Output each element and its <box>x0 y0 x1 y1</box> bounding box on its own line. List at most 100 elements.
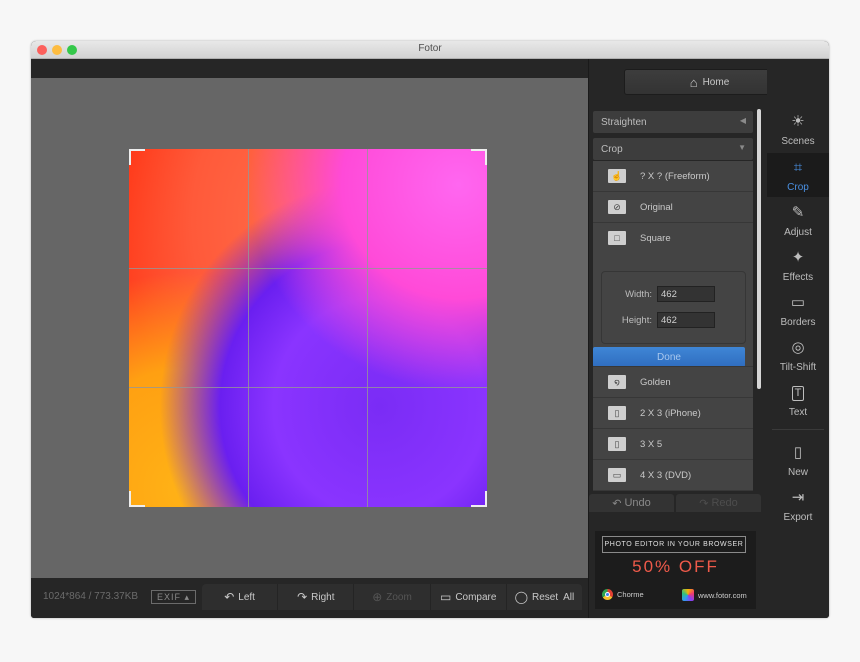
rotate-right-button[interactable]: ↷ Right <box>278 584 355 610</box>
promo-website-link[interactable]: www.fotor.com <box>682 589 747 601</box>
crop-handle-bottom-right[interactable] <box>471 491 487 507</box>
sidebar-item-effects[interactable]: ✦ Effects <box>767 243 829 287</box>
sidebar-item-label: Borders <box>780 317 816 328</box>
fotor-logo-icon <box>682 589 694 601</box>
undo-label: Undo <box>624 497 651 509</box>
crop-handle-top-left[interactable] <box>129 149 145 165</box>
window-title: Fotor <box>418 43 442 54</box>
exif-label: EXIF <box>157 592 182 602</box>
chrome-logo-icon <box>602 589 613 600</box>
sidebar-item-export[interactable]: ⇥ Export <box>767 483 829 527</box>
image-info: 1024*864 / 773.37KB <box>43 591 139 602</box>
rotate-right-icon: ↷ <box>297 590 308 604</box>
collapse-arrow-icon: ◀ <box>739 116 746 125</box>
sidebar-item-new[interactable]: ▯ New <box>767 438 829 482</box>
promo-banner[interactable]: PHOTO EDITOR IN YOUR BROWSER 50% OFF Cho… <box>595 531 756 609</box>
tilt-shift-icon: ◎ <box>791 339 805 356</box>
original-icon: ⊘ <box>608 200 626 214</box>
sidebar-item-label: Text <box>788 407 808 418</box>
home-icon: ⌂ <box>689 74 698 90</box>
crop-option-4x3-dvd[interactable]: ▭ 4 X 3 (DVD) <box>593 460 753 491</box>
reset-all-button[interactable]: ◯ Reset All <box>507 584 582 610</box>
crop-section-header[interactable]: Crop ▼ <box>593 138 753 160</box>
crop-option-square[interactable]: □ Square <box>593 223 753 253</box>
redo-button[interactable]: ↷ Redo <box>676 494 761 512</box>
crop-option-3x5[interactable]: ▯ 3 X 5 <box>593 429 753 460</box>
photo-crop-area[interactable] <box>129 149 487 507</box>
zoom-label: Zoom <box>386 591 412 603</box>
tool-sidebar: ☀ Scenes ⌗ Crop ✎ Adjust ✦ Effects ▭ Borders … <box>767 59 829 618</box>
crop-option-freeform[interactable]: ☝ ? X ? (Freeform) <box>593 161 753 192</box>
width-input[interactable] <box>657 286 715 302</box>
canvas-top-strip <box>31 59 588 78</box>
promo-website-label: www.fotor.com <box>698 590 747 600</box>
undo-redo-bar: ↶ Undo ↷ Redo <box>589 494 761 512</box>
redo-icon: ↷ <box>699 497 709 510</box>
title-bar: Fotor <box>31 41 829 59</box>
sidebar-item-label: Crop <box>787 182 809 193</box>
promo-headline: PHOTO EDITOR IN YOUR BROWSER <box>602 536 746 553</box>
sparkle-icon: ✦ <box>791 249 805 266</box>
sidebar-item-label: Adjust <box>784 227 812 238</box>
reset-all-label: Reset All <box>532 591 575 603</box>
crop-handle-top-right[interactable] <box>471 149 487 165</box>
caret-up-icon: ▴ <box>184 592 191 602</box>
sidebar-item-tilt-shift[interactable]: ◎ Tilt-Shift <box>767 333 829 377</box>
height-row: Height: <box>602 311 715 329</box>
sidebar-divider <box>772 429 824 430</box>
crop-option-label: Golden <box>640 376 671 388</box>
compare-button[interactable]: ▭ Compare <box>431 584 507 610</box>
crop-option-2x3-iphone[interactable]: ▯ 2 X 3 (iPhone) <box>593 398 753 429</box>
height-input[interactable] <box>657 312 715 328</box>
sidebar-item-label: Export <box>783 512 813 523</box>
sidebar-item-text[interactable]: T Text <box>767 378 829 422</box>
crop-option-label: Square <box>640 232 671 244</box>
pencil-icon: ✎ <box>791 204 805 221</box>
sidebar-item-scenes[interactable]: ☀ Scenes <box>767 107 829 151</box>
promo-chrome-link[interactable]: Chorme <box>602 589 644 600</box>
crop-options-list: ☝ ? X ? (Freeform) ⊘ Original □ Square Widt… <box>593 161 753 491</box>
crop-grid-line <box>367 149 369 507</box>
freeform-hand-icon: ☝ <box>608 169 626 183</box>
app-window: Fotor 1024*864 / 773.37KB EXIF ▴ ↶ Left ↷… <box>31 41 829 618</box>
sidebar-item-crop[interactable]: ⌗ Crop <box>767 153 829 197</box>
sidebar-item-adjust[interactable]: ✎ Adjust <box>767 198 829 242</box>
canvas-toolbar: ↶ Left ↷ Right ⊕ Zoom ▭ Compare ◯ Reset All <box>202 584 582 610</box>
square-dimensions-panel: Width: Height: Done <box>593 253 753 367</box>
undo-button[interactable]: ↶ Undo <box>589 494 674 512</box>
portrait-ratio-icon: ▯ <box>608 437 626 451</box>
zoom-icon: ⊕ <box>372 590 383 604</box>
sidebar-item-borders[interactable]: ▭ Borders <box>767 288 829 332</box>
scenes-sun-icon: ☀ <box>791 113 805 130</box>
width-row: Width: <box>602 285 715 303</box>
crop-option-label: 2 X 3 (iPhone) <box>640 407 701 419</box>
undo-icon: ↶ <box>612 497 622 510</box>
crop-option-label: ? X ? (Freeform) <box>640 170 710 182</box>
exif-toggle-button[interactable]: EXIF ▴ <box>151 590 197 604</box>
zoom-button[interactable]: ⊕ Zoom <box>354 584 431 610</box>
portrait-ratio-icon: ▯ <box>608 406 626 420</box>
promo-offer: 50% OFF <box>632 557 719 576</box>
rotate-left-label: Left <box>238 591 255 603</box>
done-button[interactable]: Done <box>593 347 745 367</box>
crop-grid-line <box>129 387 487 389</box>
image-canvas <box>31 78 588 578</box>
home-label: Home <box>702 76 730 88</box>
crop-icon: ⌗ <box>793 159 803 176</box>
crop-label: Crop <box>601 143 623 155</box>
rotate-right-label: Right <box>311 591 335 603</box>
border-frame-icon: ▭ <box>790 294 806 311</box>
expand-arrow-icon: ▼ <box>738 143 746 152</box>
crop-option-golden[interactable]: ໑ Golden <box>593 366 753 398</box>
crop-handle-bottom-left[interactable] <box>129 491 145 507</box>
dimensions-box: Width: Height: <box>601 271 746 344</box>
text-icon: T <box>791 386 805 401</box>
crop-option-original[interactable]: ⊘ Original <box>593 192 753 223</box>
rotate-left-button[interactable]: ↶ Left <box>202 584 279 610</box>
redo-label: Redo <box>711 497 738 509</box>
square-icon: □ <box>608 231 626 245</box>
crop-option-label: 4 X 3 (DVD) <box>640 469 692 481</box>
panel-scrollbar[interactable] <box>757 109 761 389</box>
straighten-section-header[interactable]: Straighten ◀ <box>593 111 753 133</box>
export-icon: ⇥ <box>791 489 805 506</box>
